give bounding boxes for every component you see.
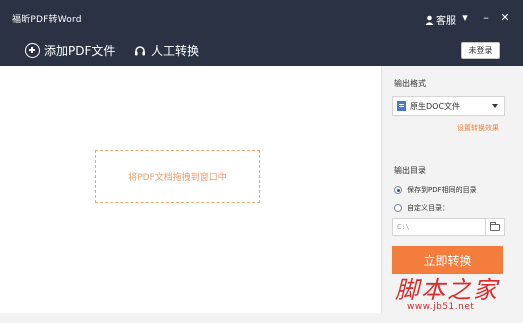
radio-custom-dir[interactable]: 自定义目录： [394,203,449,213]
login-button[interactable]: 未登录 [461,42,500,59]
watermark-text: 脚本之家 [395,276,499,304]
minimize-button[interactable]: – [479,10,493,26]
conversion-settings-link[interactable]: 设置转换效果 [457,123,499,133]
manual-convert-label: 人工转换 [151,44,200,58]
chevron-down-icon [492,104,498,108]
menu-dropdown-icon[interactable]: ▾ [458,10,472,26]
title-bar: 福昕PDF转Word 客服 ▾ – ✕ [0,0,523,36]
browse-folder-button[interactable] [485,218,505,236]
output-format-title: 输出格式 [394,79,426,88]
folder-icon [490,221,500,231]
headset-icon [135,45,145,55]
doc-file-icon [397,101,406,111]
user-icon [425,15,434,25]
output-path-input[interactable]: C:\ [392,218,486,236]
output-dir-title: 输出目录 [394,166,426,175]
radio-checked-icon [394,186,402,194]
add-pdf-button[interactable]: 添加PDF文件 [25,42,115,59]
customer-service-button[interactable]: 客服 [425,12,456,27]
radio-same-dir-label: 保存到PDF相同的目录 [407,186,477,194]
manual-convert-button[interactable]: 人工转换 [134,42,199,59]
output-format-select[interactable]: 原生DOC文件 [392,96,505,116]
app-title: 福昕PDF转Word [12,15,82,25]
customer-service-label: 客服 [436,16,456,27]
toolbar: 添加PDF文件 人工转换 未登录 [0,36,523,66]
watermark-url: www.jb51.net [407,302,475,312]
app-window: 福昕PDF转Word 客服 ▾ – ✕ 添加PDF文件 人工转换 未登录 将PD… [0,0,523,323]
close-button[interactable]: ✕ [498,10,512,26]
drop-hint: 将PDF文档拖拽到窗口中 [128,173,227,183]
drop-zone[interactable]: 将PDF文档拖拽到窗口中 [95,150,260,203]
file-drop-area[interactable]: 将PDF文档拖拽到窗口中 [0,66,381,313]
format-selected-value: 原生DOC文件 [410,101,461,111]
plus-circle-icon [25,43,40,58]
radio-unchecked-icon [394,204,402,212]
watermark: 脚本之家 www.jb51.net [395,270,520,320]
radio-custom-dir-label: 自定义目录： [407,204,449,212]
radio-same-dir[interactable]: 保存到PDF相同的目录 [394,185,477,195]
add-pdf-label: 添加PDF文件 [44,44,116,58]
